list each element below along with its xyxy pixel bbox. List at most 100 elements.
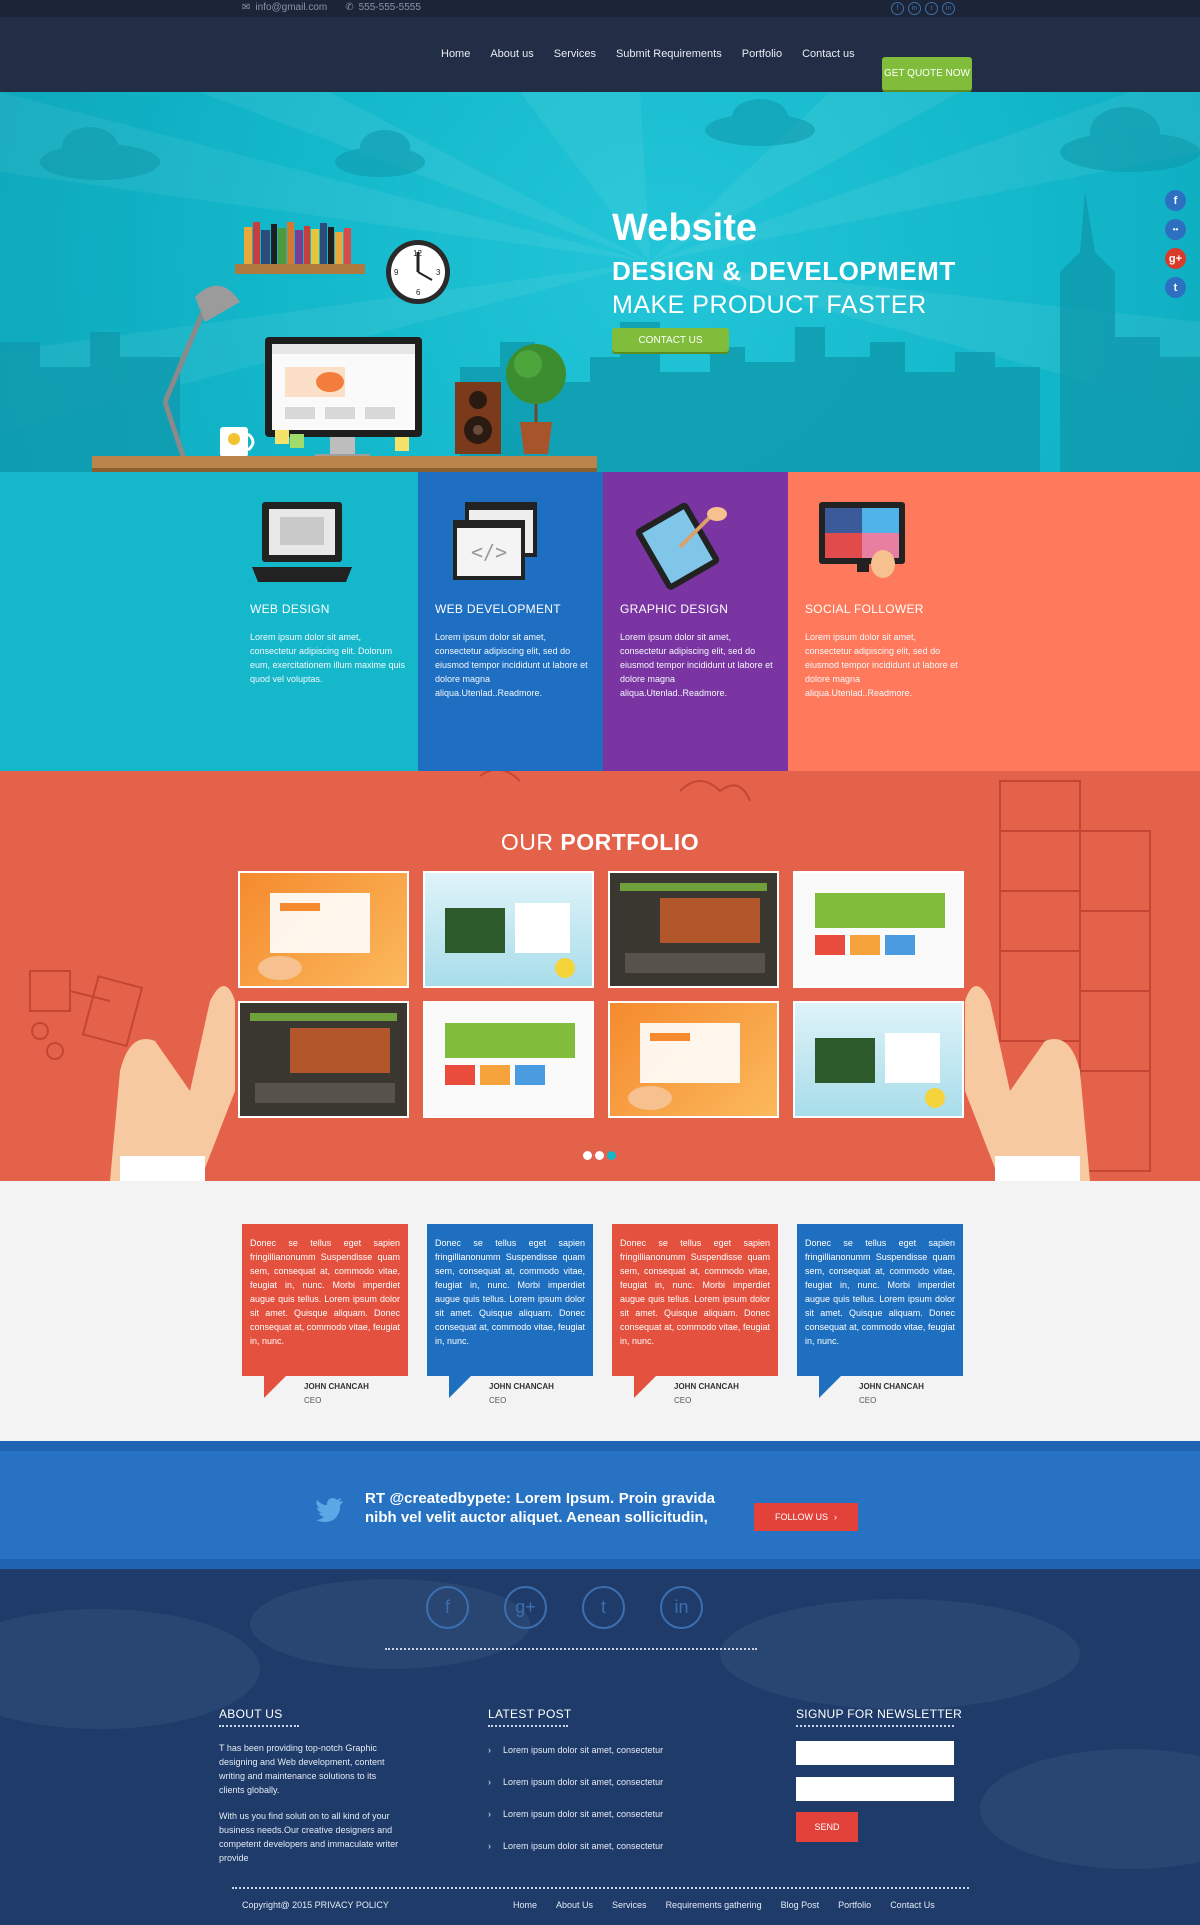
post-link[interactable]: › Lorem ipsum dolor sit amet, consectetur [488,1841,663,1851]
social-screen-icon [805,472,973,602]
linkedin-icon[interactable]: in [942,2,955,15]
post-link[interactable]: › Lorem ipsum dolor sit amet, consectetur [488,1777,663,1787]
nav-services[interactable]: Services [554,48,596,60]
speech-pointer [819,1376,841,1398]
footer-social-links: f g+ t in [426,1586,703,1629]
floating-social-bar: f •• g+ t [1165,190,1186,298]
nav-submit-requirements[interactable]: Submit Requirements [616,48,722,60]
flickr-icon[interactable]: •• [1165,219,1186,240]
portfolio-item[interactable] [423,1001,594,1118]
google-plus-icon[interactable]: g+ [504,1586,547,1629]
footer-nav-blog[interactable]: Blog Post [781,1900,820,1910]
divider [232,1887,969,1889]
portfolio-item[interactable] [238,871,409,988]
services-right-fill [973,472,1200,771]
footer-nav-home[interactable]: Home [513,1900,537,1910]
page: ✉ info@gmail.com ✆ 555-555-5555 f in t in … [0,0,1200,1925]
testimonial-name: JOHN CHANCAH [859,1382,924,1391]
footer-nav-portfolio[interactable]: Portfolio [838,1900,871,1910]
testimonial-role: CEO [674,1396,692,1405]
nav-contact[interactable]: Contact us [802,48,855,60]
testimonial-text: Donec se tellus eget sapien fringilliano… [242,1224,408,1376]
service-text: Lorem ipsum dolor sit amet, consectetur … [250,632,406,684]
get-quote-button[interactable]: GET QUOTE NOW [882,57,972,90]
testimonial-name: JOHN CHANCAH [674,1382,739,1391]
twitter-bird-icon [316,1498,343,1522]
testimonials-section: Donec se tellus eget sapien fringilliano… [0,1181,1200,1441]
twitter-icon[interactable]: t [1165,277,1186,298]
svg-text:12: 12 [413,249,422,258]
footer-cloud [980,1749,1200,1869]
service-card-graphic-design[interactable]: GRAPHIC DESIGN Lorem ipsum dolor sit ame… [603,472,788,771]
facebook-icon[interactable]: f [1165,190,1186,211]
chevron-right-icon: › [834,1512,837,1522]
svg-text:6: 6 [416,288,421,297]
hero-title: Website [612,207,758,249]
testimonial-text: Donec se tellus eget sapien fringilliano… [797,1224,963,1376]
portfolio-item[interactable] [793,1001,964,1118]
divider [385,1648,757,1650]
newsletter-name-field[interactable] [796,1741,954,1765]
linkedin-icon[interactable]: in [908,2,921,15]
about-us-column: ABOUT US T has been providing top-notch … [219,1707,404,1865]
header: Home About us Services Submit Requiremen… [0,17,1200,92]
twitter-icon[interactable]: t [925,2,938,15]
portfolio-item[interactable] [608,871,779,988]
footer-nav-about[interactable]: About Us [556,1900,593,1910]
portfolio-title: OUR PORTFOLIO [500,829,700,855]
laptop-icon [250,472,418,602]
portfolio-item[interactable] [423,871,594,988]
carousel-dot[interactable] [595,1151,604,1160]
about-title: ABOUT US [219,1707,283,1721]
carousel-dot-active[interactable] [607,1151,616,1160]
tablet-pen-icon [620,472,788,602]
google-plus-icon[interactable]: g+ [1165,248,1186,269]
send-button[interactable]: SEND [796,1812,858,1842]
clock-icon: 12 3 6 9 [386,240,450,304]
nav-about[interactable]: About us [490,48,533,60]
copyright: Copyright@ 2015 PRIVACY POLICY [242,1900,389,1910]
email-contact[interactable]: ✉ info@gmail.com [242,2,327,13]
post-link[interactable]: › Lorem ipsum dolor sit amet, consectetur [488,1745,663,1755]
testimonial-role: CEO [304,1396,322,1405]
testimonial-card: Donec se tellus eget sapien fringilliano… [612,1224,778,1418]
carousel-dot[interactable] [583,1151,592,1160]
service-card-web-development[interactable]: </> WEB DEVELOPMENT Lorem ipsum dolor si… [418,472,603,771]
service-title: WEB DEVELOPMENT [435,602,561,616]
twitter-feed-inner: RT @createdbypete: Lorem Ipsum. Proin gr… [0,1451,1200,1559]
svg-text:</>: </> [471,540,507,564]
about-text: T has been providing top-notch Graphic d… [219,1743,385,1795]
footer-nav-requirements[interactable]: Requirements gathering [666,1900,762,1910]
follow-us-button[interactable]: FOLLOW US › [754,1503,858,1531]
service-card-web-design[interactable]: WEB DESIGN Lorem ipsum dolor sit amet, c… [233,472,418,771]
service-card-social-follower[interactable]: SOCIAL FOLLOWER Lorem ipsum dolor sit am… [788,472,973,771]
newsletter-title: SIGNUP FOR NEWSLETTER [796,1707,963,1721]
newsletter-email-field[interactable] [796,1777,954,1801]
post-link[interactable]: › Lorem ipsum dolor sit amet, consectetur [488,1809,663,1819]
title-underline [488,1725,568,1727]
footer-nav-services[interactable]: Services [612,1900,647,1910]
nav-home[interactable]: Home [441,48,470,60]
service-title: WEB DESIGN [250,602,330,616]
portfolio-item[interactable] [793,871,964,988]
footer-nav: Home About Us Services Requirements gath… [513,1900,935,1910]
linkedin-icon[interactable]: in [660,1586,703,1629]
bullet-icon: › [488,1841,491,1851]
facebook-icon[interactable]: f [891,2,904,15]
service-text: Lorem ipsum dolor sit amet, consectetur … [620,632,773,698]
code-window-icon: </> [435,472,603,602]
facebook-icon[interactable]: f [426,1586,469,1629]
portfolio-item[interactable] [238,1001,409,1118]
nav-portfolio[interactable]: Portfolio [742,48,782,60]
services-left-fill [0,472,233,771]
contact-us-button[interactable]: CONTACT US [612,328,729,352]
twitter-icon[interactable]: t [582,1586,625,1629]
services-section: WEB DESIGN Lorem ipsum dolor sit amet, c… [0,472,1200,771]
top-social-links: f in t in [891,2,955,15]
title-underline [796,1725,954,1727]
hero-tagline: MAKE PRODUCT FASTER [612,291,927,319]
portfolio-item[interactable] [608,1001,779,1118]
title-underline [219,1725,299,1727]
footer-nav-contact[interactable]: Contact Us [890,1900,935,1910]
testimonial-text: Donec se tellus eget sapien fringilliano… [427,1224,593,1376]
